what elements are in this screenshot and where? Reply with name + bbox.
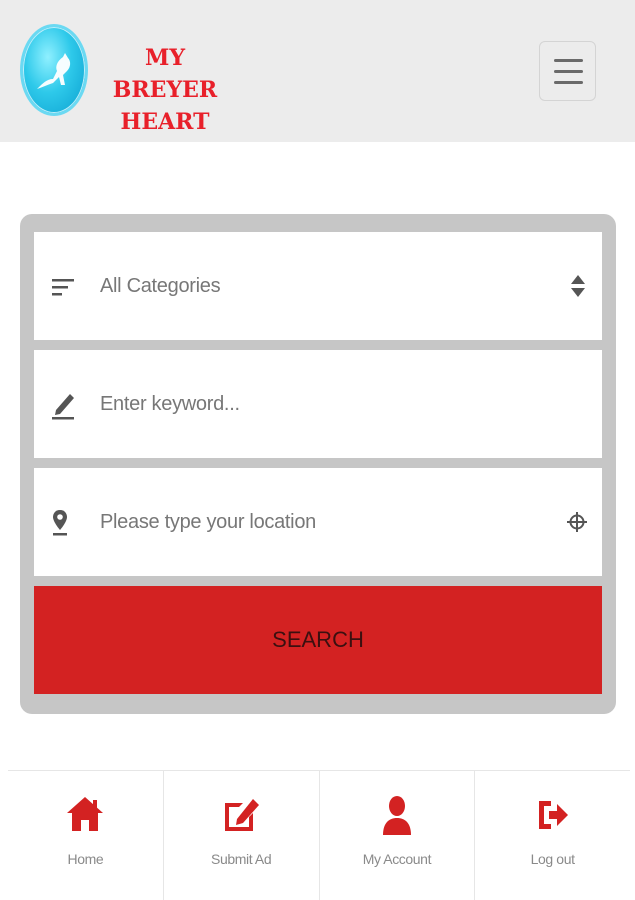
horse-logo-icon[interactable] — [20, 24, 88, 116]
brand-line-1: MY BREYER — [112, 45, 218, 103]
edit-icon — [225, 799, 260, 831]
filter-lines-icon — [52, 279, 74, 296]
hamburger-menu-icon — [554, 59, 583, 62]
sort-updown-icon — [571, 275, 585, 297]
search-panel: All Categories Enter keyword... Please t… — [20, 214, 616, 714]
brand-name[interactable]: MY BREYER HEART — [100, 42, 230, 138]
app-header: MY BREYER HEART — [0, 0, 635, 142]
nav-label-my-account: My Account — [362, 851, 432, 867]
category-select-value: All Categories — [100, 275, 221, 297]
nav-label-submit-ad: Submit Ad — [211, 851, 272, 867]
location-input-placeholder: Please type your location — [100, 511, 316, 533]
nav-label-home: Home — [67, 851, 104, 867]
brand-line-2: HEART — [120, 109, 210, 135]
nav-item-my-account[interactable]: My Account — [320, 771, 476, 900]
bottom-nav: Home Submit Ad My Account Log out — [8, 770, 630, 900]
search-button[interactable]: SEARCH — [34, 586, 602, 694]
nav-item-home[interactable]: Home — [8, 771, 164, 900]
hamburger-menu-button[interactable] — [539, 41, 596, 101]
map-pin-icon — [53, 510, 67, 536]
location-input[interactable]: Please type your location — [34, 468, 602, 576]
crosshair-icon[interactable] — [566, 508, 588, 536]
logout-icon — [538, 801, 568, 829]
keyword-input-placeholder: Enter keyword... — [100, 393, 240, 415]
keyword-input[interactable]: Enter keyword... — [34, 350, 602, 458]
category-select[interactable]: All Categories — [34, 232, 602, 340]
home-icon — [67, 797, 104, 831]
pencil-icon — [52, 394, 74, 420]
user-icon — [382, 796, 411, 835]
nav-label-log-out: Log out — [530, 851, 575, 867]
nav-item-submit-ad[interactable]: Submit Ad — [164, 771, 320, 900]
nav-item-log-out[interactable]: Log out — [475, 771, 630, 900]
